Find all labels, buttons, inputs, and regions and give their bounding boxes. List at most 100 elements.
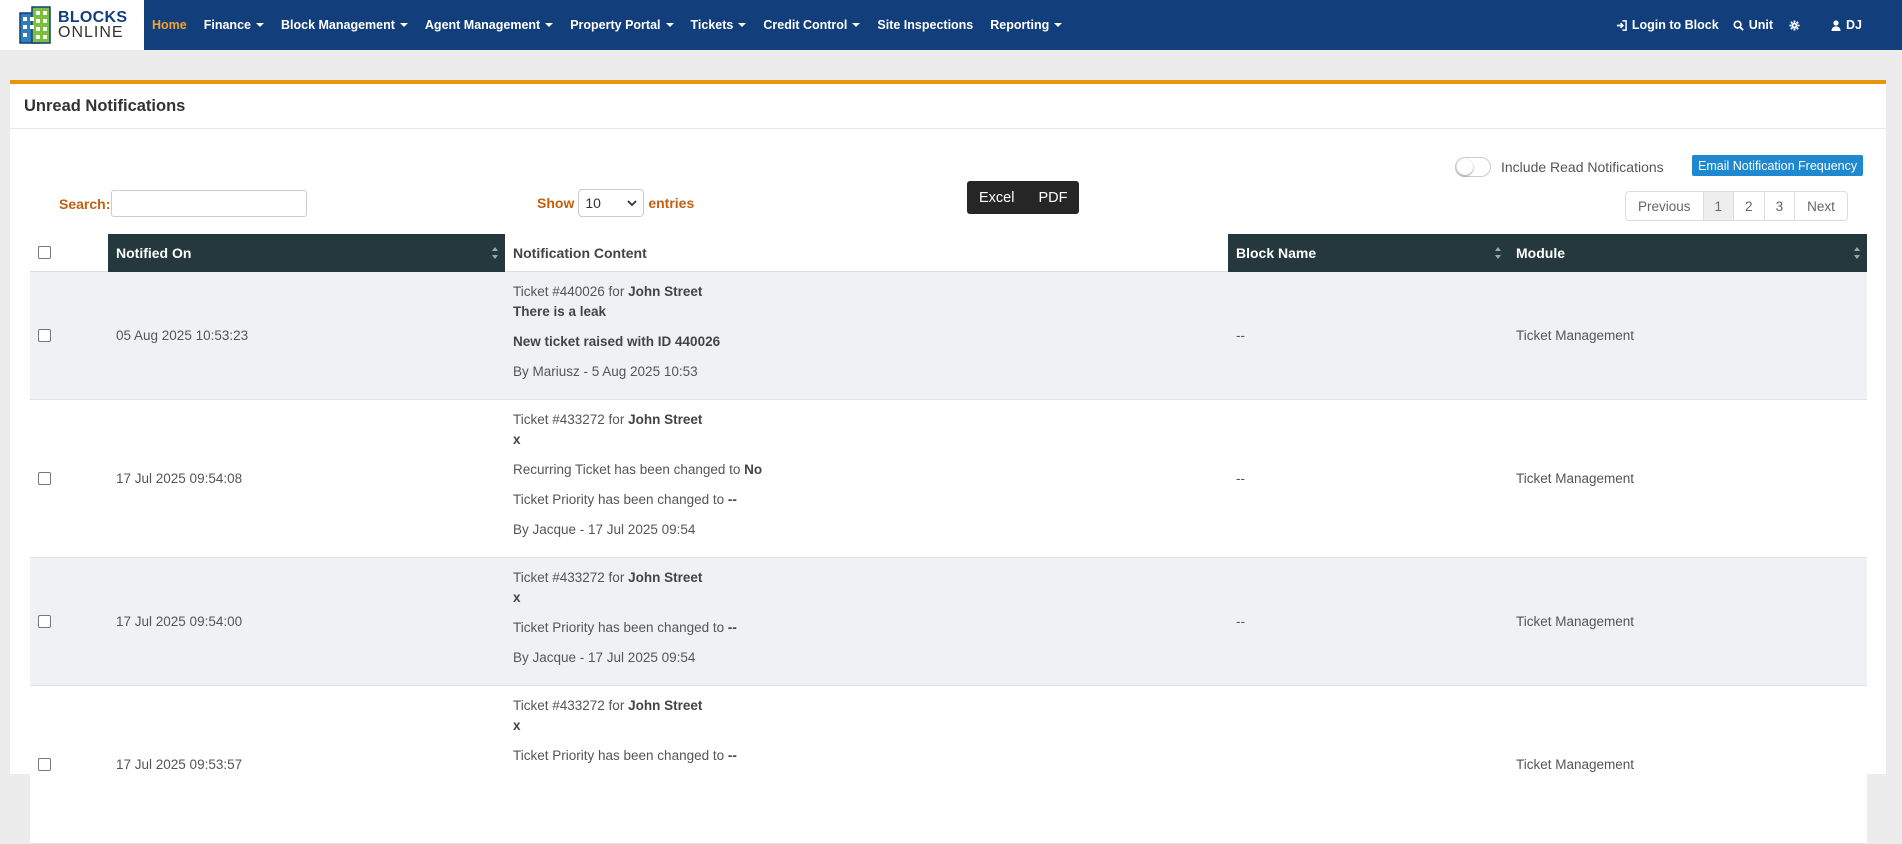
nav-tickets-label: Tickets — [690, 18, 734, 32]
change-line: Ticket Priority has been changed to -- — [513, 746, 737, 766]
ticket-line: Ticket #433272 for John Street — [513, 410, 702, 430]
caret-down-icon — [545, 23, 554, 27]
column-header-notified-on[interactable]: Notified On — [108, 234, 505, 272]
table-header: Notified On Notification Content Block N… — [30, 234, 1867, 272]
column-header-block-name[interactable]: Block Name — [1228, 234, 1508, 272]
table-row[interactable]: 17 Jul 2025 09:54:08 Ticket #433272 for … — [30, 400, 1867, 558]
gear-icon — [1789, 19, 1800, 31]
nav-agent-management-label: Agent Management — [424, 18, 541, 32]
ticket-ref: Ticket #440026 for — [513, 284, 629, 299]
unit-search-link[interactable]: Unit — [1733, 18, 1773, 32]
include-read-toggle-group: Include Read Notifications — [1455, 157, 1664, 177]
nav-right-menu: Login to Block Unit DJ — [1598, 0, 1862, 50]
ticket-subject: x — [513, 588, 521, 608]
notifications-table: Notified On Notification Content Block N… — [30, 234, 1867, 844]
nav-property-portal[interactable]: Property Portal — [570, 18, 674, 32]
row-checkbox[interactable] — [38, 758, 51, 771]
row-checkbox[interactable] — [38, 615, 51, 628]
nav-credit-control[interactable]: Credit Control — [763, 18, 861, 32]
column-header-module[interactable]: Module — [1508, 234, 1867, 272]
sort-icon — [492, 247, 498, 259]
caret-down-icon — [665, 23, 674, 27]
ticket-subject-text: x — [513, 432, 521, 447]
pagination-next[interactable]: Next — [1794, 191, 1848, 221]
notified-on-cell: 17 Jul 2025 09:54:08 — [116, 471, 243, 486]
pagination-page-3[interactable]: 3 — [1763, 191, 1796, 221]
nav-reporting[interactable]: Reporting — [990, 18, 1063, 32]
pagination: Previous 1 2 3 Next — [1625, 191, 1848, 221]
pagination-page-1[interactable]: 1 — [1702, 191, 1735, 221]
pagination-previous[interactable]: Previous — [1625, 191, 1704, 221]
brand-line1: BLOCKS — [58, 9, 128, 26]
export-excel-button[interactable]: Excel — [967, 181, 1026, 214]
notification-content-cell: Ticket #440026 for John Street There is … — [505, 272, 1228, 399]
change-text: Ticket Priority has been changed to — [513, 748, 728, 763]
row-checkbox[interactable] — [38, 329, 51, 342]
module-cell: Ticket Management — [1516, 614, 1635, 629]
change-line: New ticket raised with ID 440026 — [513, 332, 720, 352]
export-pdf-button[interactable]: PDF — [1026, 181, 1079, 214]
change-text: Ticket Priority has been changed to — [513, 620, 728, 635]
nav-reporting-label: Reporting — [990, 18, 1050, 32]
table-row[interactable]: 17 Jul 2025 09:53:57 Ticket #433272 for … — [30, 686, 1867, 844]
change-text: Recurring Ticket has been changed to — [513, 462, 745, 477]
nav-block-management[interactable]: Block Management — [281, 18, 408, 32]
caret-down-icon — [738, 23, 747, 27]
include-read-label: Include Read Notifications — [1501, 159, 1664, 175]
author-line: By Mariusz - 5 Aug 2025 10:53 — [513, 364, 698, 379]
page-length-value: 10 — [585, 195, 601, 211]
caret-down-icon — [1054, 23, 1063, 27]
brand-logo[interactable]: BLOCKS ONLINE — [0, 0, 144, 50]
column-header-block-name-label: Block Name — [1236, 245, 1317, 261]
nav-site-inspections[interactable]: Site Inspections — [877, 18, 973, 32]
ticket-subject: There is a leak — [513, 302, 606, 322]
nav-agent-management[interactable]: Agent Management — [424, 18, 554, 32]
search-label: Search: — [59, 195, 111, 212]
top-navbar: BLOCKS ONLINE Home Finance Block Managem… — [0, 0, 1902, 50]
notification-content-cell: Ticket #433272 for John Street x Ticket … — [505, 686, 1228, 843]
select-all-checkbox[interactable] — [38, 246, 51, 259]
change-line: Ticket Priority has been changed to -- — [513, 490, 737, 510]
brand-text: BLOCKS ONLINE — [58, 9, 128, 41]
author-line: By Jacque - 17 Jul 2025 09:54 — [513, 522, 696, 537]
column-header-module-label: Module — [1516, 245, 1565, 261]
login-to-block-link[interactable]: Login to Block — [1616, 18, 1719, 32]
export-buttons: Excel PDF — [967, 181, 1080, 214]
email-notification-frequency-button[interactable]: Email Notification Frequency — [1692, 155, 1864, 176]
ticket-line: Ticket #433272 for John Street — [513, 696, 702, 716]
nav-tickets[interactable]: Tickets — [691, 18, 747, 32]
page-title: Unread Notifications — [10, 84, 1886, 129]
settings-button[interactable] — [1789, 19, 1805, 31]
ticket-subject: x — [513, 716, 521, 736]
user-initials: DJ — [1846, 18, 1862, 32]
nav-finance-label: Finance — [203, 18, 251, 32]
table-row[interactable]: 05 Aug 2025 10:53:23 Ticket #440026 for … — [30, 272, 1867, 400]
sort-icon — [1495, 247, 1501, 259]
search-input[interactable] — [111, 190, 308, 217]
page-length-select[interactable]: 10 — [578, 189, 645, 217]
row-select-cell — [30, 272, 108, 399]
ticket-subject-text: There is a leak — [513, 304, 607, 319]
include-read-toggle[interactable] — [1455, 157, 1491, 177]
login-to-block-label: Login to Block — [1631, 18, 1719, 32]
nav-home[interactable]: Home — [152, 18, 187, 32]
ticket-street: John Street — [628, 570, 703, 585]
row-checkbox[interactable] — [38, 472, 51, 485]
ticket-street: John Street — [628, 284, 703, 299]
table-row[interactable]: 17 Jul 2025 09:54:00 Ticket #433272 for … — [30, 558, 1867, 686]
search-icon — [1733, 19, 1744, 31]
nav-finance[interactable]: Finance — [204, 18, 264, 32]
user-menu[interactable]: DJ — [1831, 18, 1862, 32]
caret-down-icon — [399, 23, 408, 27]
notified-on-cell: 17 Jul 2025 09:53:57 — [116, 757, 243, 772]
page-length-group: Show 10 entries — [537, 189, 694, 217]
ticket-subject-text: x — [513, 590, 521, 605]
block-name-cell: -- — [1236, 614, 1245, 629]
pagination-page-2[interactable]: 2 — [1733, 191, 1765, 221]
user-icon — [1831, 19, 1841, 31]
ticket-line: Ticket #433272 for John Street — [513, 568, 702, 588]
row-select-cell — [30, 558, 108, 685]
change-line: Ticket Priority has been changed to -- — [513, 618, 737, 638]
select-all-header — [30, 234, 108, 272]
toggle-knob — [1457, 159, 1473, 175]
